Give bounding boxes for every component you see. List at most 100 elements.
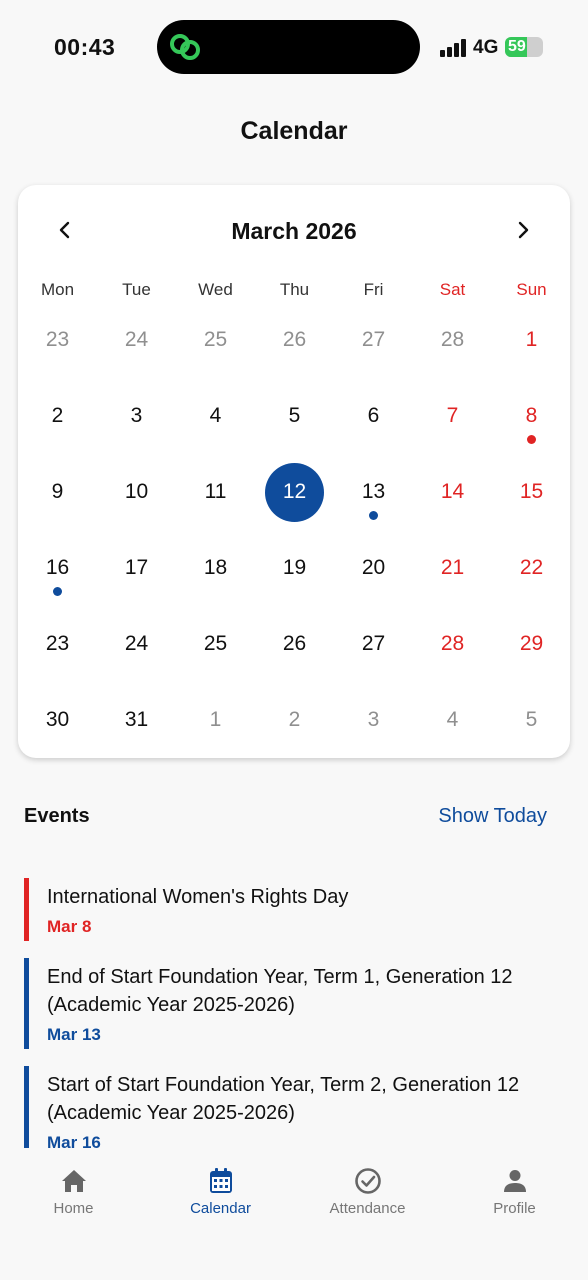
day-number: 3 bbox=[130, 404, 143, 427]
calendar-day[interactable]: 13 bbox=[334, 454, 413, 530]
calendar-day[interactable]: 22 bbox=[492, 530, 571, 606]
calendar-day[interactable]: 23 bbox=[18, 606, 97, 682]
event-title: End of Start Foundation Year, Term 1, Ge… bbox=[47, 966, 513, 1016]
calendar-day[interactable]: 8 bbox=[492, 378, 571, 454]
event-color-bar bbox=[24, 1066, 29, 1148]
calendar-day[interactable]: 17 bbox=[97, 530, 176, 606]
calendar-day[interactable]: 7 bbox=[413, 378, 492, 454]
day-number: 13 bbox=[361, 480, 386, 503]
event-color-bar bbox=[24, 878, 29, 941]
calendar-day[interactable]: 9 bbox=[18, 454, 97, 530]
day-number: 26 bbox=[282, 328, 307, 351]
calendar-day[interactable]: 15 bbox=[492, 454, 571, 530]
calendar-day[interactable]: 2 bbox=[18, 378, 97, 454]
event-color-bar bbox=[24, 958, 29, 1049]
calendar-day[interactable]: 16 bbox=[18, 530, 97, 606]
weekday-label: Tue bbox=[122, 280, 151, 299]
calendar-day[interactable]: 5 bbox=[492, 682, 571, 758]
calendar-day[interactable]: 30 bbox=[18, 682, 97, 758]
day-number: 25 bbox=[203, 328, 228, 351]
day-number: 2 bbox=[51, 404, 64, 427]
calendar-day[interactable]: 25 bbox=[176, 302, 255, 378]
tab-calendar[interactable]: Calendar bbox=[147, 1148, 294, 1280]
calendar-day[interactable]: 1 bbox=[492, 302, 571, 378]
calendar-day[interactable]: 20 bbox=[334, 530, 413, 606]
calendar-day[interactable]: 27 bbox=[334, 606, 413, 682]
tab-attendance[interactable]: Attendance bbox=[294, 1148, 441, 1280]
day-number: 14 bbox=[440, 480, 465, 503]
calendar-day[interactable]: 2 bbox=[255, 682, 334, 758]
event-indicator-dot bbox=[369, 511, 378, 520]
calendar-day[interactable]: 14 bbox=[413, 454, 492, 530]
signal-icon bbox=[440, 39, 468, 57]
day-number: 17 bbox=[124, 556, 149, 579]
calendar-day-selected[interactable]: 12 bbox=[255, 454, 334, 530]
calendar-day[interactable]: 29 bbox=[492, 606, 571, 682]
calendar-day[interactable]: 3 bbox=[97, 378, 176, 454]
calendar-day[interactable]: 21 bbox=[413, 530, 492, 606]
calendar-day[interactable]: 6 bbox=[334, 378, 413, 454]
calendar-day[interactable]: 3 bbox=[334, 682, 413, 758]
day-number: 4 bbox=[446, 708, 459, 731]
day-number: 12 bbox=[265, 462, 324, 522]
calendar-day[interactable]: 5 bbox=[255, 378, 334, 454]
event-item[interactable]: International Women's Rights Day Mar 8 bbox=[24, 878, 564, 941]
day-number: 23 bbox=[45, 632, 70, 655]
tab-label: Calendar bbox=[190, 1200, 251, 1217]
tab-label: Profile bbox=[493, 1200, 536, 1217]
event-title: International Women's Rights Day bbox=[47, 886, 349, 908]
calendar-day[interactable]: 10 bbox=[97, 454, 176, 530]
calendar-day[interactable]: 28 bbox=[413, 606, 492, 682]
network-type: 4G bbox=[473, 37, 499, 58]
calendar-day[interactable]: 19 bbox=[255, 530, 334, 606]
calendar-day[interactable]: 11 bbox=[176, 454, 255, 530]
calendar-day[interactable]: 4 bbox=[176, 378, 255, 454]
check-circle-icon bbox=[354, 1168, 381, 1194]
calendar-day[interactable]: 24 bbox=[97, 302, 176, 378]
weekday-label: Thu bbox=[279, 280, 310, 299]
next-month-button[interactable] bbox=[508, 215, 538, 245]
calendar-day[interactable]: 26 bbox=[255, 606, 334, 682]
day-number: 10 bbox=[124, 480, 149, 503]
calendar-day[interactable]: 26 bbox=[255, 302, 334, 378]
day-number: 28 bbox=[440, 632, 465, 655]
day-number: 8 bbox=[525, 404, 538, 427]
calendar-icon bbox=[209, 1168, 232, 1193]
event-date: Mar 13 bbox=[47, 1025, 101, 1044]
tab-home[interactable]: Home bbox=[0, 1148, 147, 1280]
calendar-day[interactable]: 24 bbox=[97, 606, 176, 682]
day-number: 23 bbox=[45, 328, 70, 351]
weekday-label: Sun bbox=[516, 280, 547, 299]
calendar-day[interactable]: 4 bbox=[413, 682, 492, 758]
tab-profile[interactable]: Profile bbox=[441, 1148, 588, 1280]
day-number: 3 bbox=[367, 708, 380, 731]
calendar-day[interactable]: 1 bbox=[176, 682, 255, 758]
event-date: Mar 16 bbox=[47, 1133, 101, 1148]
day-grid: 23 24 25 26 27 28 1 2 3 4 5 6 7 8 9 10 11 12 13 14 15 16 17 18 1… bbox=[18, 302, 570, 758]
day-number: 22 bbox=[519, 556, 544, 579]
day-number: 18 bbox=[203, 556, 228, 579]
calendar-day[interactable]: 18 bbox=[176, 530, 255, 606]
weekday-label: Sat bbox=[439, 280, 466, 299]
calendar-day[interactable]: 31 bbox=[97, 682, 176, 758]
day-number: 25 bbox=[203, 632, 228, 655]
day-number: 29 bbox=[519, 632, 544, 655]
day-number: 19 bbox=[282, 556, 307, 579]
day-number: 7 bbox=[446, 404, 459, 427]
app-link-icon bbox=[170, 34, 200, 60]
show-today-button[interactable]: Show Today bbox=[438, 805, 547, 828]
calendar-day[interactable]: 27 bbox=[334, 302, 413, 378]
event-item[interactable]: Start of Start Foundation Year, Term 2, … bbox=[24, 1066, 564, 1148]
calendar-day[interactable]: 23 bbox=[18, 302, 97, 378]
day-number: 5 bbox=[288, 404, 301, 427]
day-number: 15 bbox=[519, 480, 544, 503]
event-item[interactable]: End of Start Foundation Year, Term 1, Ge… bbox=[24, 958, 564, 1049]
day-number: 26 bbox=[282, 632, 307, 655]
status-bar: 00:43 4G 59 bbox=[0, 0, 588, 96]
weekday-label: Mon bbox=[40, 280, 75, 299]
calendar-day[interactable]: 25 bbox=[176, 606, 255, 682]
calendar-day[interactable]: 28 bbox=[413, 302, 492, 378]
weekday-header: Mon Tue Wed Thu Fri Sat Sun bbox=[18, 280, 570, 300]
day-number: 4 bbox=[209, 404, 222, 427]
month-label: March 2026 bbox=[231, 218, 357, 244]
